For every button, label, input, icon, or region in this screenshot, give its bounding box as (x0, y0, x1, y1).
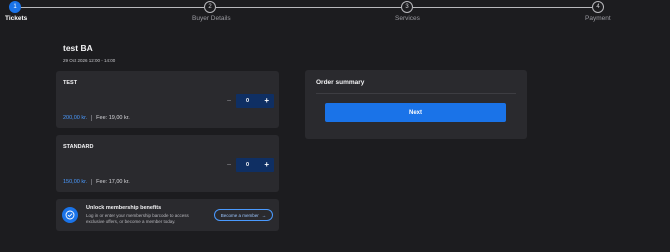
step-4-indicator[interactable]: 4 (592, 1, 604, 13)
ticket-price: 200,00 kr. (63, 115, 88, 121)
step-4-label[interactable]: Payment (585, 15, 611, 22)
check-badge-icon (62, 207, 78, 223)
step-3-label[interactable]: Services (395, 15, 420, 22)
price-line: 150,00 kr. Fee: 17,00 kr. (63, 179, 130, 185)
ticket-card: STANDARD − 0 + 150,00 kr. Fee: 17,00 kr. (56, 135, 279, 192)
ticket-price: 150,00 kr. (63, 179, 88, 185)
decrease-quantity-button[interactable]: − (222, 158, 236, 172)
decrease-quantity-button[interactable]: − (222, 94, 236, 108)
ticket-name: STANDARD (63, 144, 94, 150)
step-2-indicator[interactable]: 2 (204, 1, 216, 13)
increase-quantity-button[interactable]: + (264, 94, 269, 108)
step-2-label[interactable]: Buyer Details (192, 15, 231, 22)
quantity-field[interactable]: 0 + (236, 158, 274, 172)
step-1-label[interactable]: Tickets (5, 15, 27, 22)
membership-title: Unlock membership benefits (86, 205, 162, 211)
event-title: test BA (63, 43, 93, 53)
price-line: 200,00 kr. Fee: 19,00 kr. (63, 115, 130, 121)
order-summary-panel: Order summary Next (305, 70, 527, 139)
checkout-stepper: 1 Tickets 2 Buyer Details 3 Services 4 P… (0, 0, 670, 26)
increase-quantity-button[interactable]: + (264, 158, 269, 172)
step-connector (20, 7, 204, 8)
ticket-name: TEST (63, 80, 78, 86)
ticket-card: TEST − 0 + 200,00 kr. Fee: 19,00 kr. (56, 71, 279, 128)
price-separator (91, 115, 93, 121)
quantity-field[interactable]: 0 + (236, 94, 274, 108)
quantity-stepper: − 0 + (222, 158, 274, 172)
become-member-label: Become a member (220, 212, 259, 218)
arrow-right-icon: → (261, 212, 267, 218)
quantity-value: 0 (246, 98, 250, 104)
become-member-button[interactable]: Become a member → (214, 209, 273, 221)
next-button[interactable]: Next (325, 103, 506, 122)
quantity-stepper: − 0 + (222, 94, 274, 108)
order-summary-title: Order summary (316, 79, 365, 86)
membership-description: Log in or enter your membership barcode … (86, 213, 189, 224)
ticket-fee: Fee: 19,00 kr. (96, 115, 130, 121)
step-connector (413, 7, 592, 8)
price-separator (91, 179, 93, 185)
ticket-fee: Fee: 17,00 kr. (96, 179, 130, 185)
step-1-indicator[interactable]: 1 (9, 1, 21, 13)
membership-banner: Unlock membership benefits Log in or ent… (56, 199, 279, 231)
event-date: 29 Oct 2026 12:00 - 14:00 (63, 58, 116, 63)
step-connector (216, 7, 401, 8)
quantity-value: 0 (246, 162, 250, 168)
summary-divider (316, 93, 516, 94)
step-3-indicator[interactable]: 3 (401, 1, 413, 13)
